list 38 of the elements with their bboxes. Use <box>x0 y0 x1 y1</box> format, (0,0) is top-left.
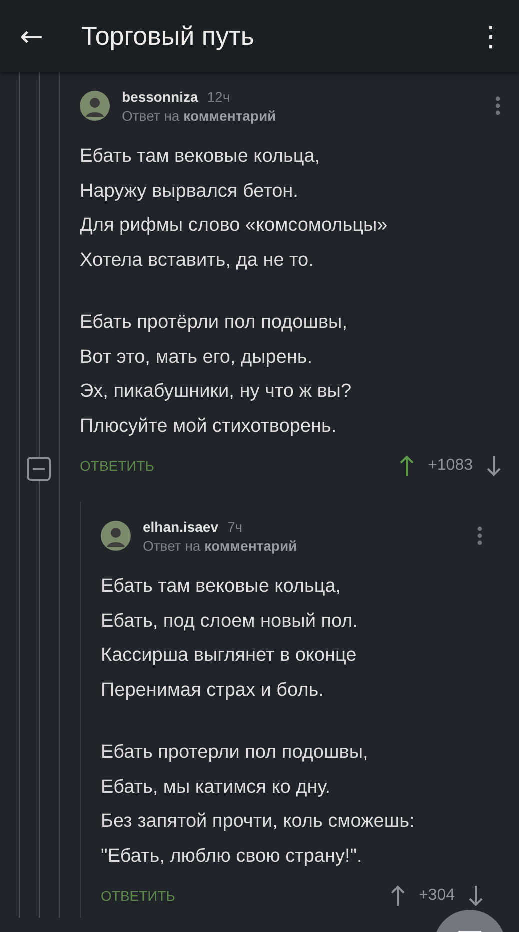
collapse-button[interactable] <box>27 457 51 481</box>
comment-line: Ебать там вековые кольца, <box>80 145 320 169</box>
reply-to-text: Ответ на комментарий <box>122 108 278 124</box>
comment-line: Ебать протерли пол подошвы, <box>101 741 368 765</box>
avatar[interactable] <box>101 521 131 551</box>
rating: +304 <box>418 887 455 905</box>
upvote-icon[interactable] <box>400 455 414 477</box>
rating: +1083 <box>428 457 473 475</box>
comment-line: Вот это, мать его, дырень. <box>80 346 313 370</box>
reply-link[interactable]: ОТВЕТИТЬ <box>101 888 391 904</box>
downvote-icon[interactable] <box>469 885 483 907</box>
comment-line: Для рифмы слово «комсомольцы» <box>80 214 388 238</box>
page-title: Торговый путь <box>81 20 256 52</box>
comment-line: Хотела вставить, да не то. <box>80 248 314 272</box>
downvote-icon[interactable] <box>487 455 501 477</box>
back-button[interactable]: ← <box>20 20 44 52</box>
more-icon[interactable] <box>477 526 483 546</box>
comment-line: Плюсуйте мой стихотворень. <box>80 414 337 438</box>
reply-to-text: Ответ на комментарий <box>143 538 298 554</box>
comment-line: Эх, пикабушники, ну что ж вы? <box>80 380 352 404</box>
username[interactable]: elhan.isaev <box>143 518 218 534</box>
comment-line: Без запятой прочти, коль сможешь: <box>101 810 415 834</box>
username[interactable]: bessonniza <box>122 88 198 104</box>
upvote-icon[interactable] <box>390 885 405 907</box>
comment-line: Ебать, под слоем новый пол. <box>101 610 358 634</box>
comment-line: Ебать протёрли пол подошвы, <box>80 311 348 335</box>
comment-line: "Ебать, люблю свою страну!". <box>101 844 362 868</box>
comment-line: Перенимая страх и боль. <box>101 678 324 702</box>
comment-line: Наружу вырвался бетон. <box>80 180 298 204</box>
comment-line: Кассирша выглянет в оконце <box>101 644 357 668</box>
comment-time: 12ч <box>207 88 230 104</box>
avatar[interactable] <box>80 91 110 121</box>
comment-line: Ебать там вековые кольца, <box>101 575 342 599</box>
comment-time: 7ч <box>228 518 243 534</box>
menu-button[interactable]: ⋮ <box>477 20 505 52</box>
comment-line: Ебать, мы катимся ко дну. <box>101 776 331 800</box>
reply-link[interactable]: ОТВЕТИТЬ <box>80 458 400 474</box>
more-icon[interactable] <box>495 96 501 116</box>
